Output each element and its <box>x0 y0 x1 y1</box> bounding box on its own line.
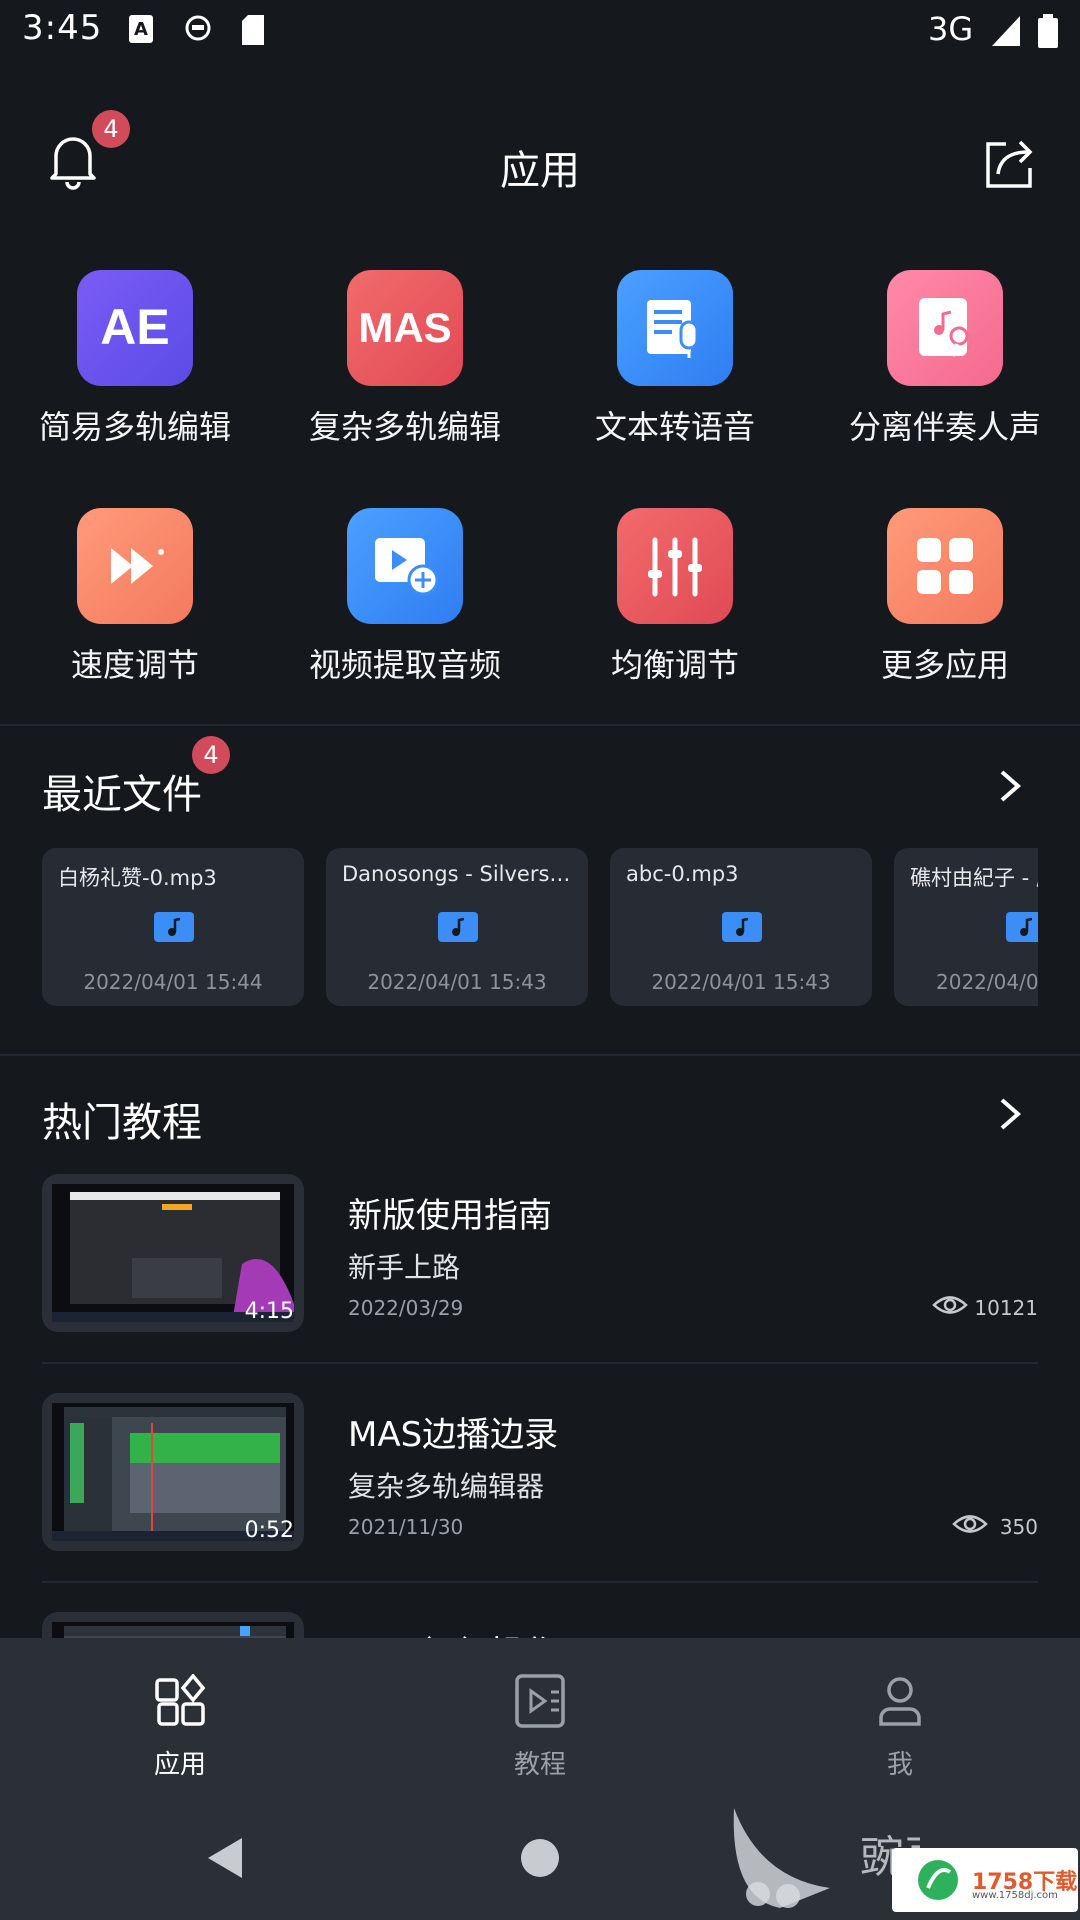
nav-me[interactable]: 我 <box>820 1674 980 1784</box>
share-button[interactable] <box>982 136 1038 192</box>
eye-icon <box>952 1515 988 1533</box>
tutorial-title: 新版使用指南 <box>348 1196 552 1236</box>
tutorial-date: 2021/11/30 <box>348 1515 464 1539</box>
eye-icon <box>932 1296 968 1314</box>
watermark-logo-icon: 豌豆荚 <box>733 1808 920 1908</box>
app-vocal-separate[interactable]: 分离伴奏人声 <box>810 270 1080 470</box>
back-icon[interactable] <box>204 1836 244 1880</box>
tutorial-duration: 4:15 <box>244 1299 294 1324</box>
site-watermark: 1758下载 www.1758dj.com <box>892 1848 1078 1912</box>
status-bar: 3:45 A 3G <box>0 0 1080 64</box>
app-label: 简易多轨编辑 <box>38 408 231 446</box>
app-label: 视频提取音频 <box>308 646 501 684</box>
tutorial-duration: 0:52 <box>244 1518 294 1543</box>
ae-app-icon: AE <box>77 270 193 386</box>
app-label: 速度调节 <box>70 646 199 684</box>
app-label: 均衡调节 <box>610 646 739 684</box>
tutorial-subtitle: 复杂多轨编辑器 <box>348 1470 545 1503</box>
sd-card-icon <box>242 15 264 45</box>
file-card[interactable]: 礁村由紀子 - 序 2022/04/01 15:43 <box>894 848 1038 1006</box>
user-icon <box>879 1677 921 1726</box>
divider <box>0 1054 1080 1056</box>
app-label: 更多应用 <box>880 646 1009 684</box>
tutorial-item[interactable]: 4:15 新版使用指南 新手上路 2022/03/29 10121 <box>42 1174 1038 1334</box>
chevron-right-icon[interactable] <box>996 768 1024 804</box>
app-more[interactable]: 更多应用 <box>810 508 1080 708</box>
file-name: 礁村由紀子 - 序 <box>910 866 1038 890</box>
speed-icon <box>77 508 193 624</box>
tutorial-views: 350 <box>999 1515 1038 1539</box>
recent-files-title: 最近文件 <box>42 772 202 818</box>
app-complex-multitrack[interactable]: MAS 复杂多轨编辑 <box>270 270 540 470</box>
nav-tutorials[interactable]: 教程 <box>460 1674 620 1784</box>
video-play-icon <box>515 1674 565 1728</box>
music-note-icon <box>438 912 478 942</box>
nav-label: 应用 <box>153 1750 206 1780</box>
tutorial-title: MAS初级操作-4 <box>348 1626 592 1638</box>
status-time: 3:45 <box>22 8 103 48</box>
network-type: 3G <box>928 10 974 48</box>
apps-grid-icon <box>155 1674 205 1726</box>
recent-files-badge: 4 <box>192 736 230 774</box>
share-icon <box>986 140 1033 188</box>
file-card[interactable]: 白杨礼赞-0.mp3 2022/04/01 15:44 <box>42 848 304 1006</box>
app-label: 分离伴奏人声 <box>848 408 1041 446</box>
signal-icon <box>992 16 1020 46</box>
divider <box>42 1362 1038 1364</box>
file-name: 白杨礼赞-0.mp3 <box>58 866 217 890</box>
robot-icon <box>185 15 211 41</box>
page-title: 应用 <box>500 148 580 194</box>
chevron-right-icon[interactable] <box>996 1096 1024 1132</box>
video-extract-icon <box>347 508 463 624</box>
nav-label: 教程 <box>513 1750 566 1780</box>
app-label: 文本转语音 <box>594 408 755 446</box>
file-date: 2022/04/01 15:43 <box>367 970 547 994</box>
music-note-icon <box>154 912 194 942</box>
music-note-icon <box>1006 912 1038 942</box>
tutorial-views: 10121 <box>974 1296 1038 1320</box>
file-date: 2022/04/01 15:44 <box>83 970 263 994</box>
file-date: 2022/04/01 15:43 <box>936 970 1038 994</box>
svg-text:AE: AE <box>100 299 169 355</box>
equalizer-icon <box>617 508 733 624</box>
site-logo-icon <box>918 1860 958 1900</box>
tutorial-item[interactable]: MAS初级操作-4 <box>42 1612 1038 1638</box>
svg-text:MAS: MAS <box>358 304 451 351</box>
tutorials-title: 热门教程 <box>42 1100 202 1146</box>
file-name: abc-0.mp3 <box>626 862 739 886</box>
music-note-icon <box>722 912 762 942</box>
file-card[interactable]: Danosongs - Silversh... 2022/04/01 15:43 <box>326 848 588 1006</box>
nav-apps[interactable]: 应用 <box>100 1674 260 1784</box>
home-icon[interactable] <box>520 1838 560 1878</box>
tutorial-thumbnail: 4:15 <box>42 1174 304 1332</box>
tutorial-thumbnail <box>42 1612 304 1638</box>
bottom-nav: 应用 教程 我 <box>0 1638 1080 1788</box>
nav-label: 我 <box>886 1750 913 1780</box>
file-name: Danosongs - Silversh... <box>342 862 582 886</box>
app-speed[interactable]: 速度调节 <box>0 508 270 708</box>
app-equalizer[interactable]: 均衡调节 <box>540 508 810 708</box>
keyboard-a-icon: A <box>129 15 153 43</box>
mas-app-icon: MAS <box>347 270 463 386</box>
tutorial-title: MAS边播边录 <box>348 1415 559 1455</box>
app-simple-multitrack[interactable]: AE 简易多轨编辑 <box>0 270 270 470</box>
svg-text:A: A <box>134 19 148 40</box>
divider <box>0 724 1080 726</box>
file-card[interactable]: abc-0.mp3 2022/04/01 15:43 <box>610 848 872 1006</box>
tutorial-thumbnail: 0:52 <box>42 1393 304 1551</box>
text-to-speech-icon <box>617 270 733 386</box>
header: 4 应用 <box>0 100 1080 220</box>
divider <box>42 1581 1038 1583</box>
app-video-extract[interactable]: 视频提取音频 <box>270 508 540 708</box>
app-label: 复杂多轨编辑 <box>308 408 501 446</box>
battery-icon <box>1038 14 1058 48</box>
vocal-separate-icon <box>887 270 1003 386</box>
tutorial-item[interactable]: 0:52 MAS边播边录 复杂多轨编辑器 2021/11/30 350 <box>42 1393 1038 1553</box>
file-date: 2022/04/01 15:43 <box>651 970 831 994</box>
app-text-to-speech[interactable]: 文本转语音 <box>540 270 810 470</box>
watermark-url: www.1758dj.com <box>972 1890 1058 1901</box>
tutorial-date: 2022/03/29 <box>348 1296 464 1320</box>
more-apps-icon <box>887 508 1003 624</box>
tutorial-subtitle: 新手上路 <box>348 1251 461 1284</box>
